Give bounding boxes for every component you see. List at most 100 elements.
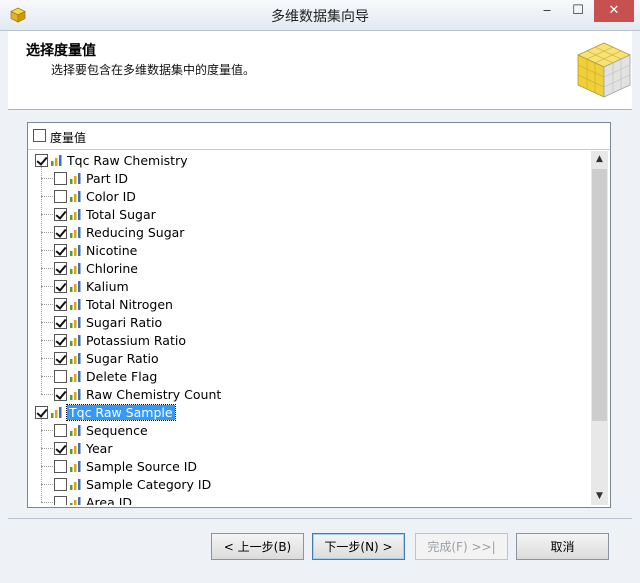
measure-item-row[interactable]: Kalium (29, 277, 589, 295)
measure-group-label[interactable]: Tqc Raw Chemistry (67, 153, 188, 168)
measure-item-label[interactable]: Chlorine (86, 261, 138, 276)
measure-item-checkbox[interactable] (54, 424, 67, 437)
measure-item-label[interactable]: Sequence (86, 423, 148, 438)
measure-item-label[interactable]: Nicotine (86, 243, 137, 258)
vertical-scrollbar[interactable]: ▲ ▼ (591, 151, 608, 505)
tree-connector (41, 286, 53, 287)
measure-item-label[interactable]: Total Sugar (86, 207, 156, 222)
measure-item-checkbox[interactable] (54, 280, 67, 293)
measure-group-row[interactable]: Tqc Raw Sample (29, 403, 589, 421)
tree-connector-vertical (41, 419, 42, 502)
measure-group-checkbox[interactable] (35, 154, 48, 167)
finish-button[interactable]: 完成(F) >>| (415, 533, 508, 560)
select-all-checkbox[interactable] (33, 129, 46, 142)
close-button[interactable]: ✕ (594, 0, 634, 22)
measure-item-row[interactable]: Chlorine (29, 259, 589, 277)
measure-item-checkbox[interactable] (54, 388, 67, 401)
tree-connector (41, 430, 53, 431)
measure-item-row[interactable]: Year (29, 439, 589, 457)
measure-item-checkbox[interactable] (54, 208, 67, 221)
measure-group-row[interactable]: Tqc Raw Chemistry (29, 151, 589, 169)
measure-item-checkbox[interactable] (54, 262, 67, 275)
measure-item-checkbox[interactable] (54, 352, 67, 365)
measure-icon (69, 245, 82, 259)
minimize-button[interactable]: ‒ (531, 0, 563, 22)
measure-item-label[interactable]: Delete Flag (86, 369, 157, 384)
scroll-down-arrow-icon[interactable]: ▼ (591, 488, 608, 505)
measure-group-icon (50, 155, 63, 169)
measure-item-checkbox[interactable] (54, 226, 67, 239)
measure-item-row[interactable]: Area ID (29, 493, 589, 505)
measure-item-row[interactable]: Total Nitrogen (29, 295, 589, 313)
measure-icon (69, 299, 82, 313)
measure-item-checkbox[interactable] (54, 460, 67, 473)
tree-connector (41, 196, 53, 197)
measure-item-checkbox[interactable] (54, 190, 67, 203)
measure-item-label[interactable]: Sugar Ratio (86, 351, 159, 366)
back-button[interactable]: < 上一步(B) (211, 533, 304, 560)
measure-item-row[interactable]: Raw Chemistry Count (29, 385, 589, 403)
measure-item-row[interactable]: Sequence (29, 421, 589, 439)
measure-icon (69, 281, 82, 295)
measure-item-checkbox[interactable] (54, 478, 67, 491)
measure-item-checkbox[interactable] (54, 334, 67, 347)
measure-item-label[interactable]: Raw Chemistry Count (86, 387, 221, 402)
measure-item-label[interactable]: Part ID (86, 171, 128, 186)
measures-tree-panel: 度量值 Tqc Raw Chemistry Part ID Color ID Tota… (27, 122, 611, 508)
tree-column-header: 度量值 (28, 123, 610, 150)
measure-item-row[interactable]: Total Sugar (29, 205, 589, 223)
measure-item-row[interactable]: Part ID (29, 169, 589, 187)
measure-item-checkbox[interactable] (54, 370, 67, 383)
tree-connector (41, 484, 53, 485)
measure-item-checkbox[interactable] (54, 496, 67, 505)
maximize-button[interactable]: ☐ (563, 0, 593, 22)
measure-item-row[interactable]: Color ID (29, 187, 589, 205)
measure-item-row[interactable]: Sugari Ratio (29, 313, 589, 331)
next-button[interactable]: 下一步(N) > (312, 533, 405, 560)
measure-item-row[interactable]: Nicotine (29, 241, 589, 259)
measure-item-label[interactable]: Kalium (86, 279, 129, 294)
measure-icon (69, 425, 82, 439)
measure-icon (69, 209, 82, 223)
measure-icon (69, 335, 82, 349)
measure-item-row[interactable]: Sample Category ID (29, 475, 589, 493)
measure-item-label[interactable]: Area ID (86, 495, 132, 505)
measure-item-label[interactable]: Total Nitrogen (86, 297, 173, 312)
tree-connector (41, 178, 53, 179)
measure-item-label[interactable]: Potassium Ratio (86, 333, 186, 348)
column-header-label: 度量值 (50, 131, 87, 145)
measure-item-label[interactable]: Sample Source ID (86, 459, 197, 474)
measure-item-checkbox[interactable] (54, 442, 67, 455)
measure-icon (69, 227, 82, 241)
measure-item-row[interactable]: Delete Flag (29, 367, 589, 385)
measure-item-row[interactable]: Sugar Ratio (29, 349, 589, 367)
measure-item-label[interactable]: Sample Category ID (86, 477, 211, 492)
cancel-button[interactable]: 取消 (516, 533, 609, 560)
scrollbar-thumb[interactable] (592, 169, 607, 421)
tree-connector (41, 394, 53, 395)
footer-separator (8, 518, 632, 519)
measure-icon (69, 191, 82, 205)
measure-group-checkbox[interactable] (35, 406, 48, 419)
measure-icon (69, 317, 82, 331)
measure-item-checkbox[interactable] (54, 316, 67, 329)
measure-icon (69, 353, 82, 367)
measure-icon (69, 371, 82, 385)
measure-item-label[interactable]: Reducing Sugar (86, 225, 184, 240)
measure-item-checkbox[interactable] (54, 298, 67, 311)
measure-item-label[interactable]: Color ID (86, 189, 136, 204)
measure-icon (69, 479, 82, 493)
measure-item-row[interactable]: Potassium Ratio (29, 331, 589, 349)
page-title: 选择度量值 (26, 43, 96, 59)
scroll-up-arrow-icon[interactable]: ▲ (591, 151, 608, 168)
measure-item-row[interactable]: Sample Source ID (29, 457, 589, 475)
measure-group-label[interactable]: Tqc Raw Sample (66, 404, 176, 421)
measure-item-row[interactable]: Reducing Sugar (29, 223, 589, 241)
measure-item-label[interactable]: Year (86, 441, 112, 456)
measure-item-label[interactable]: Sugari Ratio (86, 315, 162, 330)
tree-connector (41, 502, 53, 503)
measure-icon (69, 497, 82, 505)
tree-connector (41, 340, 53, 341)
measure-item-checkbox[interactable] (54, 172, 67, 185)
measure-item-checkbox[interactable] (54, 244, 67, 257)
